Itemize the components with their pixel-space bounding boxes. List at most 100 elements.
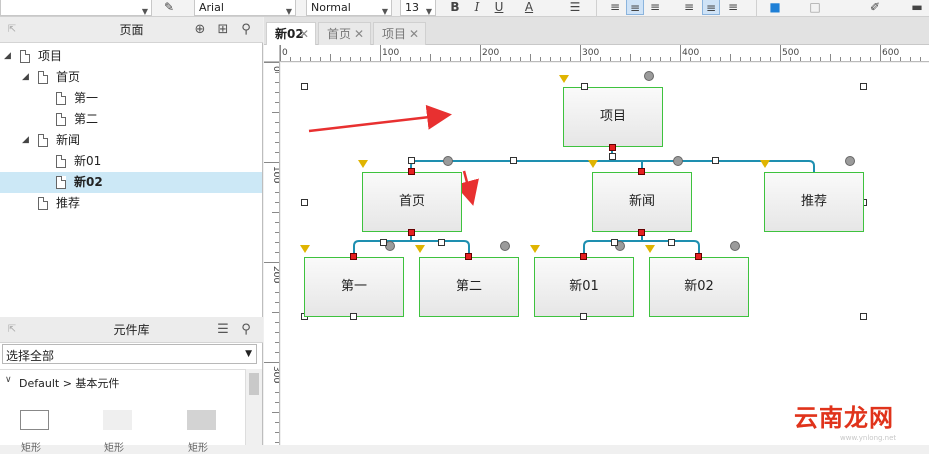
search-icon[interactable]: ⚲ [238,22,254,38]
widget-rectangle-outline[interactable] [20,410,49,430]
red-connection-point[interactable] [465,253,472,260]
font-family-dropdown[interactable]: Arial ▼ [194,0,296,16]
scrollbar-thumb[interactable] [249,373,259,395]
italic-button[interactable]: I [468,0,486,15]
design-canvas[interactable]: 项目 首页 新闻 推荐 第一 第二 新01 新02 [281,63,929,445]
align-center-icon[interactable]: ≡ [626,0,644,15]
rotate-handle-icon[interactable] [500,241,510,251]
sitemap-node-xin01[interactable]: 新01 [534,257,634,317]
connector-line [642,160,815,172]
resize-handle[interactable] [301,83,308,90]
format-painter-icon[interactable]: ✎ [160,0,178,15]
sitemap-node-diyi[interactable]: 第一 [304,257,404,317]
resize-handle[interactable] [860,313,867,320]
valign-top-icon[interactable]: ≡ [680,0,698,15]
resize-handle[interactable] [668,239,675,246]
red-connection-point[interactable] [408,168,415,175]
widget-rectangle-gray[interactable] [187,410,216,430]
resize-handle[interactable] [609,153,616,160]
line-color-icon[interactable]: ✐ [866,0,884,15]
yellow-triangle-handle-icon[interactable] [559,75,569,83]
horizontal-ruler: 0 100 200 300 400 500 600 [280,45,929,62]
expand-toggle-icon[interactable]: ◢ [4,46,11,67]
tree-item[interactable]: ◢ 项目 [0,46,262,67]
library-category-label[interactable]: Default > 基本元件 [19,375,119,391]
resize-handle[interactable] [301,199,308,206]
tree-item[interactable]: ◢ 首页 [0,67,262,88]
expand-toggle-icon[interactable]: ◢ [22,67,29,88]
resize-handle[interactable] [580,313,587,320]
tree-item[interactable]: ◢ 新闻 [0,130,262,151]
tree-item[interactable]: 新01 [0,151,262,172]
yellow-triangle-handle-icon[interactable] [588,160,598,168]
text-color-button[interactable]: A [520,0,538,15]
add-page-icon[interactable]: ⊕ [192,22,208,38]
tree-item[interactable]: 第二 [0,109,262,130]
red-connection-point[interactable] [609,144,616,151]
library-filter-select[interactable]: 选择全部 ▼ [2,344,257,364]
resize-handle[interactable] [438,239,445,246]
rotate-handle-icon[interactable] [730,241,740,251]
sitemap-node-tuijian[interactable]: 推荐 [764,172,864,232]
bullet-list-icon[interactable]: ☰ [566,0,584,15]
yellow-triangle-handle-icon[interactable] [645,245,655,253]
tree-item[interactable]: 推荐 [0,193,262,214]
yellow-triangle-handle-icon[interactable] [300,245,310,253]
font-style-value: Normal [311,1,351,14]
align-right-icon[interactable]: ≡ [646,0,664,15]
resize-handle[interactable] [350,313,357,320]
sitemap-node-root[interactable]: 项目 [563,87,663,147]
red-connection-point[interactable] [638,168,645,175]
resize-handle[interactable] [611,239,618,246]
add-folder-icon[interactable]: ⊞ [215,22,231,38]
resize-handle[interactable] [860,83,867,90]
yellow-triangle-handle-icon[interactable] [760,160,770,168]
library-scrollbar[interactable] [245,369,262,445]
red-connection-point[interactable] [580,253,587,260]
bold-button[interactable]: B [446,0,464,15]
sitemap-node-dier[interactable]: 第二 [419,257,519,317]
tab-shouye[interactable]: 首页 ✕ [318,22,371,45]
close-icon[interactable]: ✕ [299,23,309,45]
red-connection-point[interactable] [408,229,415,236]
resize-handle[interactable] [712,157,719,164]
style-dropdown[interactable]: ▼ [0,0,152,16]
red-connection-point[interactable] [350,253,357,260]
tab-xin02[interactable]: 新02 ✕ [266,22,316,45]
resize-handle[interactable] [380,239,387,246]
underline-button[interactable]: U [490,0,508,15]
search-icon[interactable]: ⚲ [238,322,254,338]
shadow-icon[interactable]: □ [806,0,824,15]
red-connection-point[interactable] [638,229,645,236]
align-left-icon[interactable]: ≡ [606,0,624,15]
valign-middle-icon[interactable]: ≡ [702,0,720,15]
close-icon[interactable]: ✕ [354,23,364,45]
sitemap-node-xin02[interactable]: 新02 [649,257,749,317]
chevron-down-icon[interactable]: ∨ [5,375,12,385]
expand-toggle-icon[interactable]: ◢ [22,130,29,151]
rotate-handle-icon[interactable] [644,71,654,81]
rotate-handle-icon[interactable] [443,156,453,166]
rotate-handle-icon[interactable] [845,156,855,166]
font-size-dropdown[interactable]: 13 ▼ [400,0,436,16]
yellow-triangle-handle-icon[interactable] [530,245,540,253]
font-style-dropdown[interactable]: Normal ▼ [306,0,392,16]
red-connection-point[interactable] [695,253,702,260]
line-width-icon[interactable]: ▬ [908,0,926,15]
tree-item[interactable]: 新02 [0,172,262,193]
menu-icon[interactable]: ☰ [215,322,231,338]
yellow-triangle-handle-icon[interactable] [415,245,425,253]
resize-handle[interactable] [581,83,588,90]
resize-handle[interactable] [408,157,415,164]
fill-color-icon[interactable]: ■ [766,0,784,15]
close-icon[interactable]: ✕ [409,23,419,45]
tab-xiangmu[interactable]: 项目 ✕ [373,22,426,45]
sitemap-node-xinwen[interactable]: 新闻 [592,172,692,232]
rotate-handle-icon[interactable] [673,156,683,166]
valign-bottom-icon[interactable]: ≡ [724,0,742,15]
sitemap-node-shouye[interactable]: 首页 [362,172,462,232]
yellow-triangle-handle-icon[interactable] [358,160,368,168]
widget-rectangle-light[interactable] [103,410,132,430]
tree-item[interactable]: 第一 [0,88,262,109]
resize-handle[interactable] [510,157,517,164]
